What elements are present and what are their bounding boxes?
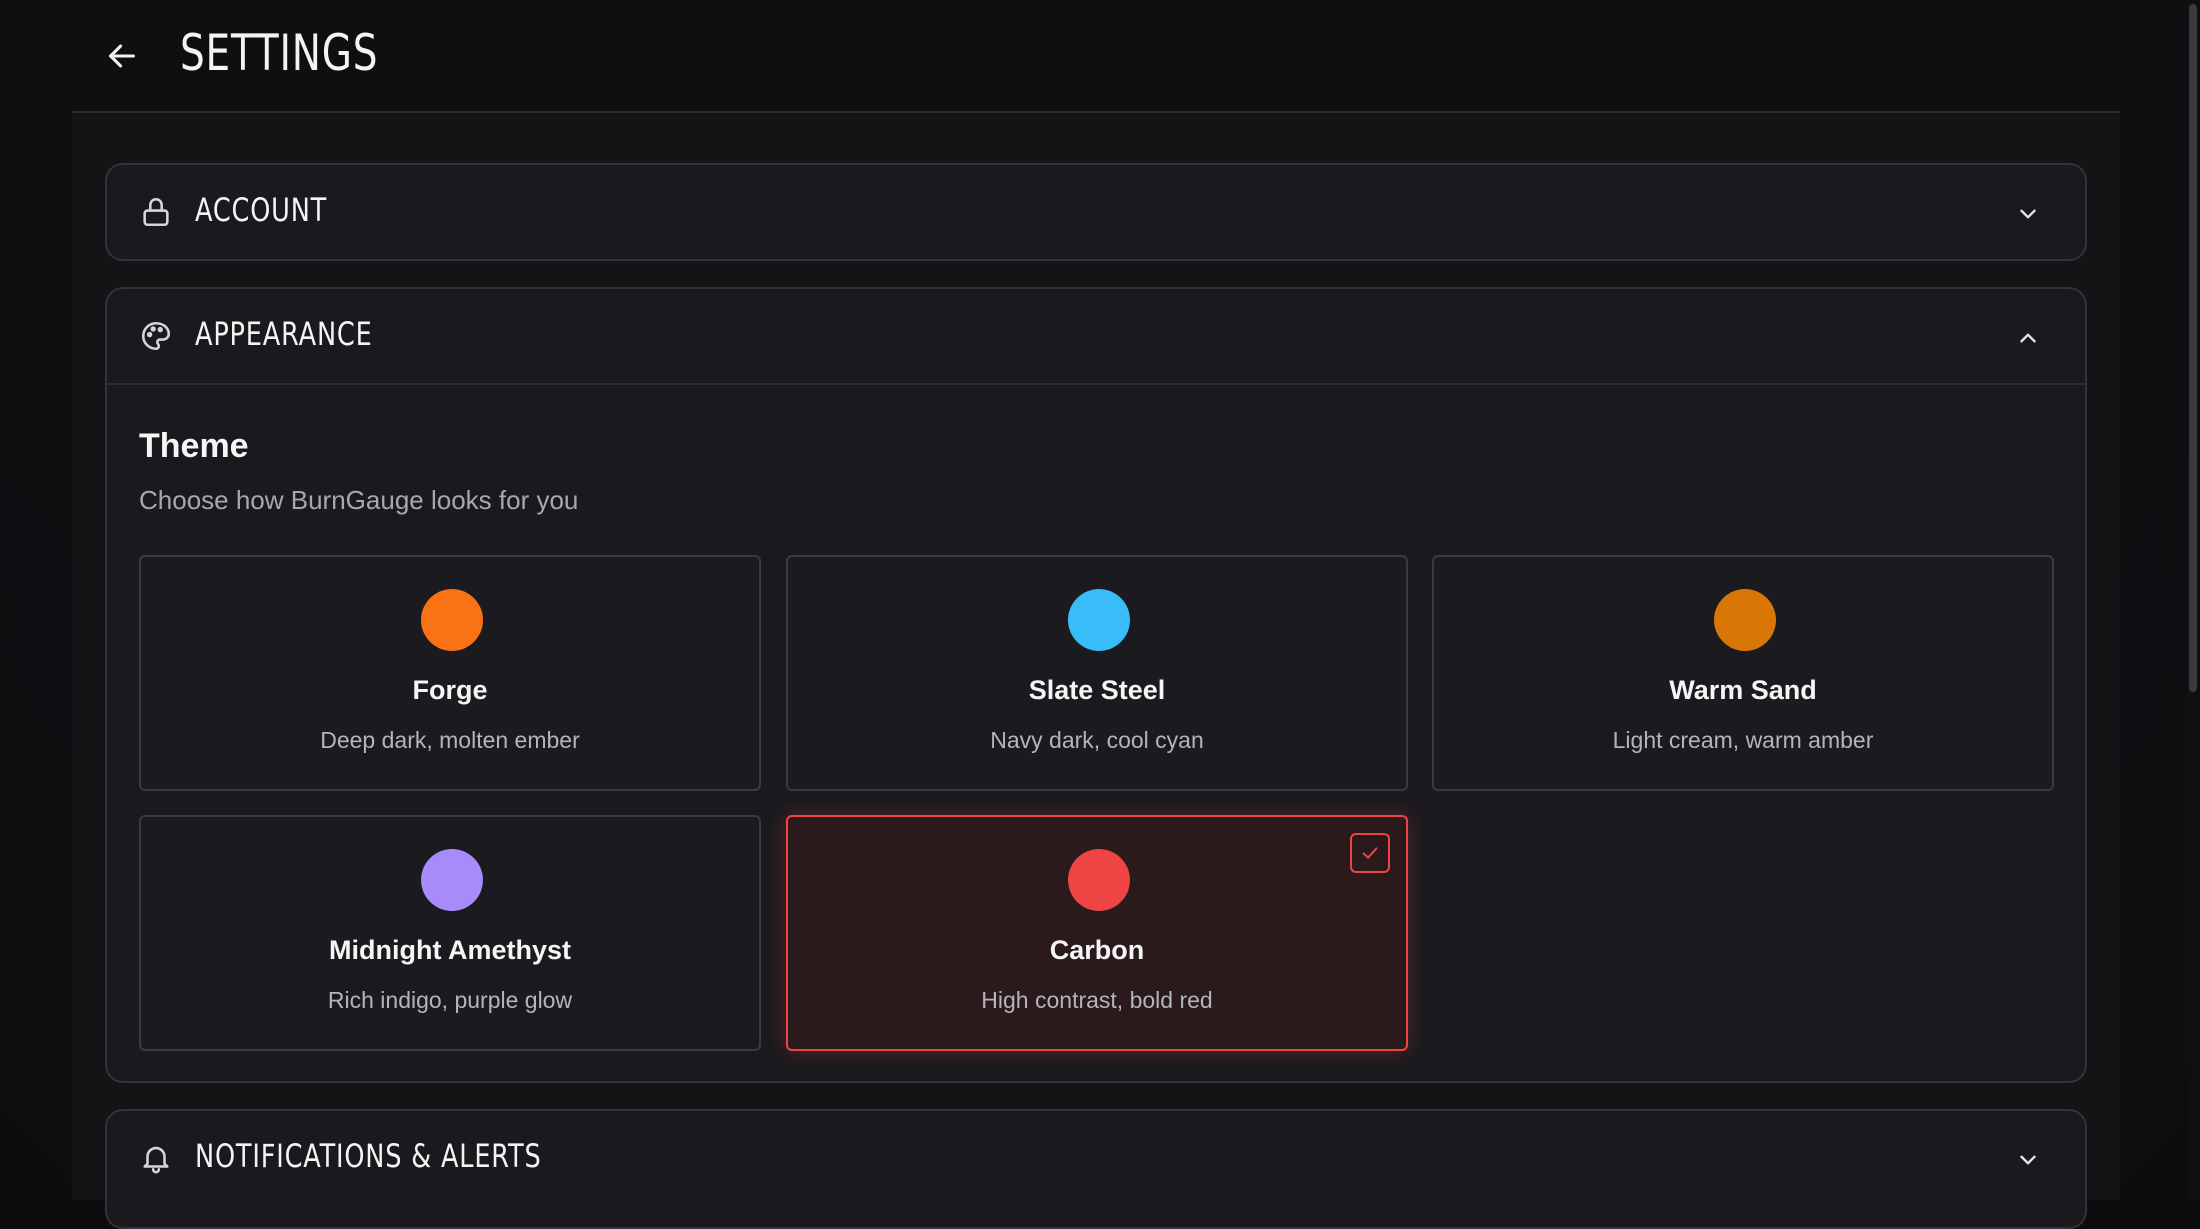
theme-swatch — [421, 589, 483, 651]
theme-swatch — [1714, 589, 1776, 651]
theme-name: Carbon — [1049, 935, 1145, 965]
theme-name: Midnight Amethyst — [329, 935, 571, 965]
checkmark-icon — [1362, 847, 1378, 859]
theme-description: Navy dark, cool cyan — [990, 727, 1204, 753]
chevron-up-icon — [2020, 333, 2036, 343]
chevron-down-icon — [2020, 209, 2036, 219]
section-notifications: NOTIFICATIONS & ALERTS — [105, 1109, 2087, 1229]
theme-card-slate-steel[interactable]: Slate Steel Navy dark, cool cyan — [786, 555, 1408, 791]
theme-card-warm-sand[interactable]: Warm Sand Light cream, warm amber — [1432, 555, 2054, 791]
theme-heading: Theme — [139, 427, 249, 465]
page-title: SETTINGS — [180, 24, 379, 82]
theme-subtitle: Choose how BurnGauge looks for you — [139, 485, 579, 515]
back-button[interactable] — [102, 36, 142, 76]
section-account-header[interactable]: ACCOUNT — [107, 165, 2085, 261]
section-notifications-label: NOTIFICATIONS & ALERTS — [195, 1137, 542, 1175]
theme-description: Deep dark, molten ember — [320, 727, 580, 753]
theme-name: Slate Steel — [1028, 675, 1166, 705]
theme-card-carbon[interactable]: Carbon High contrast, bold red — [786, 815, 1408, 1051]
vertical-scrollbar[interactable] — [2186, 0, 2200, 1200]
theme-swatch — [1068, 589, 1130, 651]
theme-swatch — [421, 849, 483, 911]
lock-icon — [143, 198, 169, 227]
bell-icon — [143, 1146, 169, 1174]
theme-name: Warm Sand — [1669, 675, 1817, 705]
page-header: SETTINGS — [72, 0, 2120, 113]
theme-name: Forge — [412, 675, 488, 705]
section-account: ACCOUNT — [105, 163, 2087, 261]
theme-description: Rich indigo, purple glow — [327, 987, 573, 1013]
selected-badge — [1350, 833, 1390, 873]
settings-page: SETTINGS ACCOUNT APPEARANCE Theme Choose… — [72, 0, 2120, 1229]
theme-swatch — [1068, 849, 1130, 911]
chevron-down-icon — [2020, 1155, 2036, 1165]
theme-card-forge[interactable]: Forge Deep dark, molten ember — [139, 555, 761, 791]
section-account-label: ACCOUNT — [195, 191, 328, 229]
section-notifications-header[interactable]: NOTIFICATIONS & ALERTS — [107, 1111, 2085, 1207]
theme-card-midnight-amethyst[interactable]: Midnight Amethyst Rich indigo, purple gl… — [139, 815, 761, 1051]
arrow-left-icon — [109, 44, 135, 68]
app-viewport: SETTINGS ACCOUNT APPEARANCE Theme Choose… — [0, 0, 2200, 1229]
section-appearance: APPEARANCE Theme Choose how BurnGauge lo… — [105, 287, 2087, 1083]
section-appearance-header[interactable]: APPEARANCE — [107, 289, 2085, 385]
palette-icon — [141, 321, 171, 351]
scrollbar-thumb[interactable] — [2189, 4, 2197, 692]
theme-description: High contrast, bold red — [981, 987, 1213, 1013]
section-appearance-label: APPEARANCE — [195, 315, 373, 353]
theme-description: Light cream, warm amber — [1612, 727, 1874, 753]
